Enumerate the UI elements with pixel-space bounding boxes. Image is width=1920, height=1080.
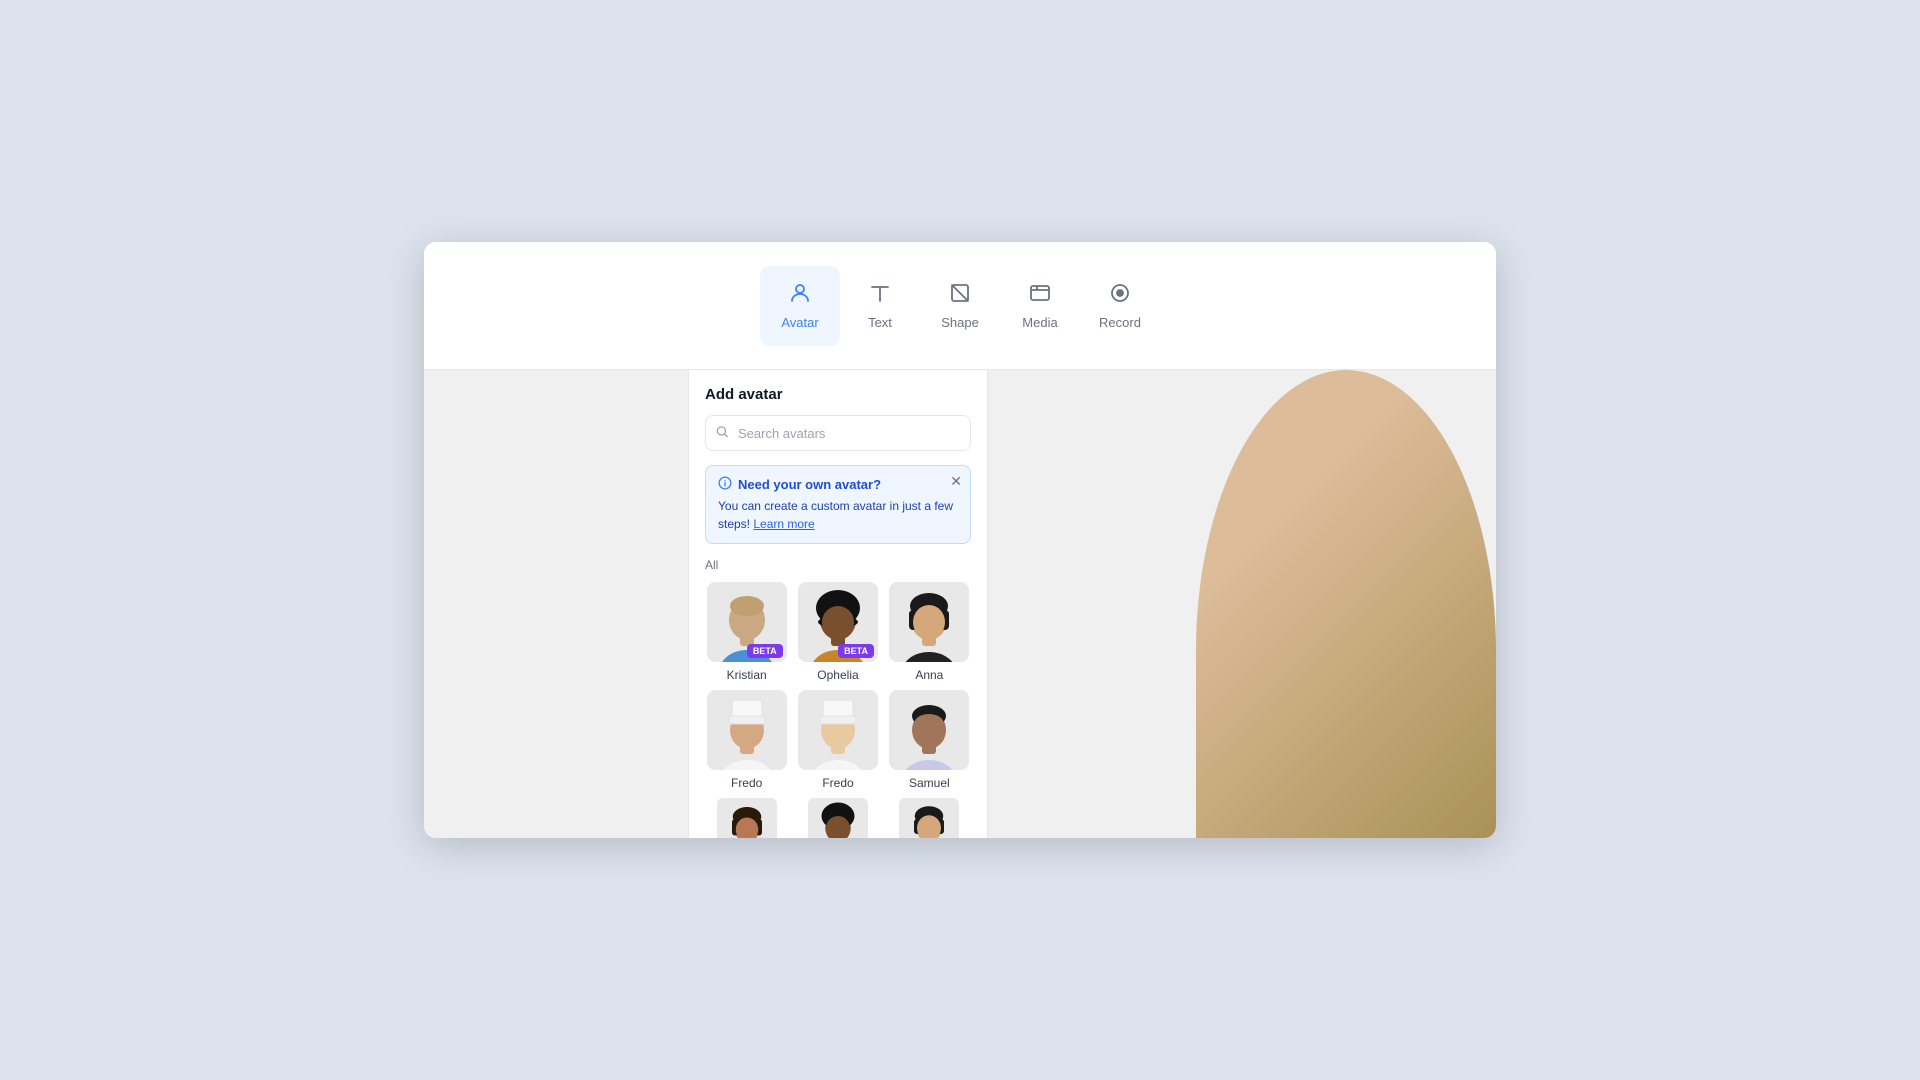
- background-avatar: [1196, 370, 1496, 838]
- tab-text[interactable]: Text: [840, 266, 920, 346]
- content-area: Add avatar: [424, 370, 1496, 838]
- tab-record-label: Record: [1099, 315, 1141, 330]
- avatar-name-anna: Anna: [915, 668, 943, 682]
- tab-text-label: Text: [868, 315, 892, 330]
- banner-header: Need your own avatar?: [718, 476, 958, 493]
- search-icon: [715, 425, 729, 442]
- avatar-item-samuel[interactable]: Samuel: [888, 690, 971, 790]
- avatar-item-anna[interactable]: Anna: [888, 582, 971, 682]
- text-icon: [868, 281, 892, 309]
- search-wrapper: [705, 415, 971, 451]
- avatar-grid: Beta Kristian: [705, 582, 971, 838]
- beta-badge-kristian: Beta: [747, 644, 783, 658]
- avatar-img-anna: [889, 582, 969, 662]
- banner-title: Need your own avatar?: [738, 477, 881, 492]
- record-icon: [1108, 281, 1132, 309]
- avatar-name-fredo1: Fredo: [731, 776, 762, 790]
- toolbar: Avatar Text Shape: [424, 242, 1496, 370]
- panel-title: Add avatar: [705, 386, 971, 403]
- tab-media-label: Media: [1022, 315, 1057, 330]
- avatar-img-samuel: [889, 690, 969, 770]
- banner-body: You can create a custom avatar in just a…: [718, 497, 958, 533]
- learn-more-link[interactable]: Learn more: [753, 517, 814, 531]
- avatar-name-samuel: Samuel: [909, 776, 950, 790]
- avatar-img-isabel: [707, 798, 787, 838]
- avatar-name-fredo2: Fredo: [822, 776, 853, 790]
- avatar-item-ophelia[interactable]: Beta Ophelia: [796, 582, 879, 682]
- tab-avatar[interactable]: Avatar: [760, 266, 840, 346]
- avatar-img-fredo2: [798, 690, 878, 770]
- avatar-img-ophelia: Beta: [798, 582, 878, 662]
- info-banner: Need your own avatar? You can create a c…: [705, 465, 971, 544]
- tab-record[interactable]: Record: [1080, 266, 1160, 346]
- avatar-name-ophelia: Ophelia: [817, 668, 858, 682]
- tab-avatar-label: Avatar: [781, 315, 818, 330]
- shape-icon: [948, 281, 972, 309]
- app-window: Avatar Text Shape: [424, 242, 1496, 838]
- avatar-img-fredo1: [707, 690, 787, 770]
- tab-media[interactable]: Media: [1000, 266, 1080, 346]
- avatar-item-fredo2[interactable]: Fredo: [796, 690, 879, 790]
- search-input[interactable]: [705, 415, 971, 451]
- avatar-item-elena[interactable]: Elena: [888, 798, 971, 838]
- section-label: All: [705, 558, 971, 572]
- beta-badge-ophelia: Beta: [838, 644, 874, 658]
- avatar-item-fredo1[interactable]: Fredo: [705, 690, 788, 790]
- avatar-panel: Add avatar: [688, 370, 988, 838]
- avatar-icon: [788, 281, 812, 309]
- media-icon: [1028, 281, 1052, 309]
- tab-shape-label: Shape: [941, 315, 979, 330]
- avatar-img-maya: [798, 798, 878, 838]
- avatar-name-kristian: Kristian: [727, 668, 767, 682]
- avatar-item-maya[interactable]: Maya: [796, 798, 879, 838]
- avatar-item-kristian[interactable]: Beta Kristian: [705, 582, 788, 682]
- banner-close-button[interactable]: ✕: [950, 474, 962, 488]
- avatar-item-isabel[interactable]: Isabel: [705, 798, 788, 838]
- info-icon: [718, 476, 732, 493]
- avatar-img-kristian: Beta: [707, 582, 787, 662]
- avatar-img-elena: [889, 798, 969, 838]
- tab-shape[interactable]: Shape: [920, 266, 1000, 346]
